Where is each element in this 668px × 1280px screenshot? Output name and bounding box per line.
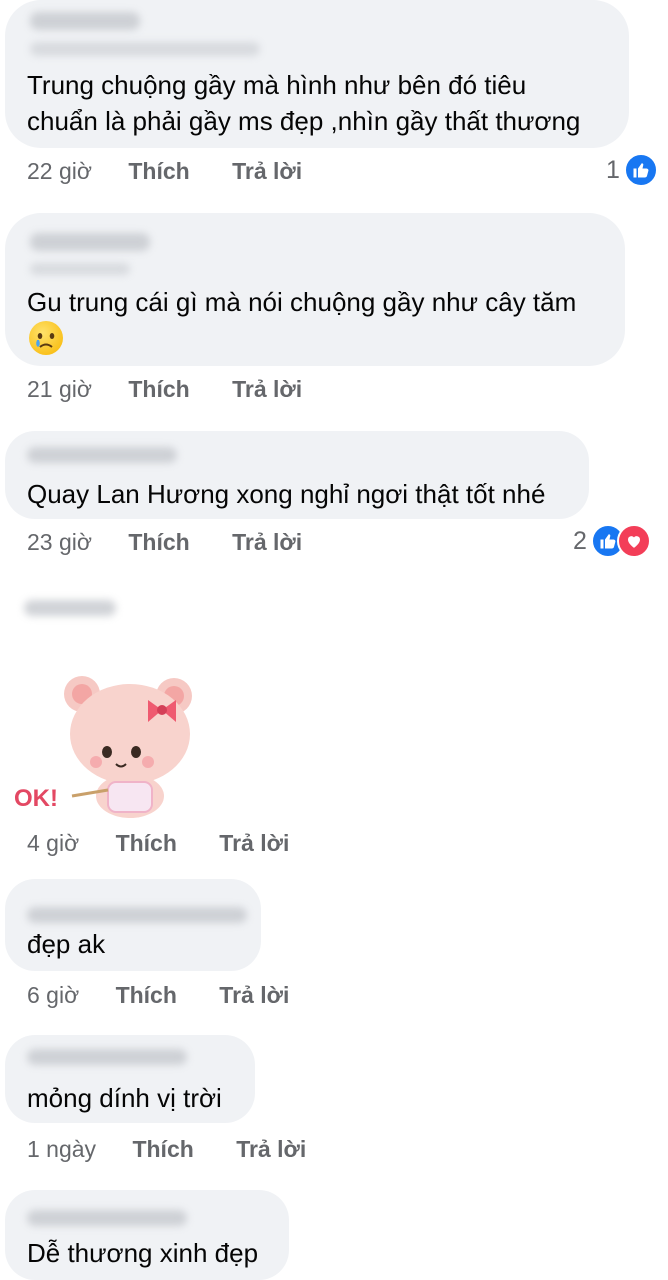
comment-meta: 21 giờ Thích Trả lời (27, 376, 302, 403)
comment-time: 4 giờ (27, 830, 80, 856)
love-icon (616, 524, 651, 558)
reply-button[interactable]: Trả lời (219, 830, 289, 857)
comment-bubble: Dễ thương xinh đẹp (5, 1190, 289, 1280)
comment-text-line: Dễ thương xinh đẹp (27, 1238, 259, 1268)
like-button[interactable]: Thích (128, 376, 189, 403)
like-button[interactable]: Thích (132, 1136, 193, 1163)
like-button[interactable]: Thích (128, 158, 189, 185)
sticker-ok-text: OK! (14, 785, 58, 812)
blurred-author-subtitle (30, 263, 130, 275)
blurred-author-name (27, 447, 177, 463)
comment-text-line: Quay Lan Hương xong nghỉ ngơi thật tốt n… (27, 479, 546, 509)
blurred-author-name (27, 1049, 187, 1065)
comment-time: 21 giờ (27, 376, 92, 402)
comment-bubble: đẹp ak (5, 879, 261, 971)
like-button[interactable]: Thích (116, 982, 177, 1009)
comment-bubble: Trung chuộng gầy mà hình như bên đó tiêu… (5, 0, 629, 148)
comment-meta: 4 giờ Thích Trả lời (27, 830, 289, 857)
comment-meta: 23 giờ Thích Trả lời (27, 529, 302, 556)
blurred-author-name (27, 907, 247, 923)
reaction-summary[interactable]: 1 (606, 153, 658, 187)
comment-meta: 6 giờ Thích Trả lời (27, 982, 289, 1009)
comment-time: 23 giờ (27, 529, 92, 555)
like-button[interactable]: Thích (116, 830, 177, 857)
reply-button[interactable]: Trả lời (232, 529, 302, 556)
like-icon (623, 153, 658, 187)
comment-meta: 1 ngày Thích Trả lời (27, 1136, 306, 1163)
reply-button[interactable]: Trả lời (232, 376, 302, 403)
blurred-author-subtitle (30, 42, 260, 56)
like-button[interactable]: Thích (128, 529, 189, 556)
comment-text-line: Trung chuộng gầy mà hình như bên đó tiêu (27, 70, 527, 100)
comment-bubble: mỏng dính vị trời (5, 1035, 255, 1123)
reaction-count: 1 (606, 155, 620, 184)
comment-meta: 22 giờ Thích Trả lời (27, 158, 302, 185)
comment-time: 1 ngày (27, 1136, 97, 1162)
comment-bubble: Quay Lan Hương xong nghỉ ngơi thật tốt n… (5, 431, 589, 519)
comment-bubble: Gu trung cái gì mà nói chuộng gầy như câ… (5, 213, 625, 366)
blurred-author-name (30, 12, 140, 30)
blurred-author-name (30, 233, 150, 251)
comment-text-line: Gu trung cái gì mà nói chuộng gầy như câ… (27, 287, 577, 317)
reaction-summary[interactable]: 2 (573, 524, 651, 558)
comment-text-line: mỏng dính vị trời (27, 1083, 222, 1113)
comment-text-line: chuẩn là phải gầy ms đẹp ,nhìn gầy thất … (27, 106, 581, 136)
blurred-author-name (24, 600, 116, 616)
reply-button[interactable]: Trả lời (232, 158, 302, 185)
pink-bear-ok-sticker: OK! (12, 672, 202, 822)
reply-button[interactable]: Trả lời (219, 982, 289, 1009)
comment-text-line: đẹp ak (27, 929, 106, 959)
comment-time: 22 giờ (27, 158, 92, 184)
blurred-author-name (27, 1210, 187, 1226)
comment-time: 6 giờ (27, 982, 80, 1008)
reply-button[interactable]: Trả lời (236, 1136, 306, 1163)
crying-face-emoji (29, 321, 63, 355)
reaction-count: 2 (573, 526, 587, 555)
